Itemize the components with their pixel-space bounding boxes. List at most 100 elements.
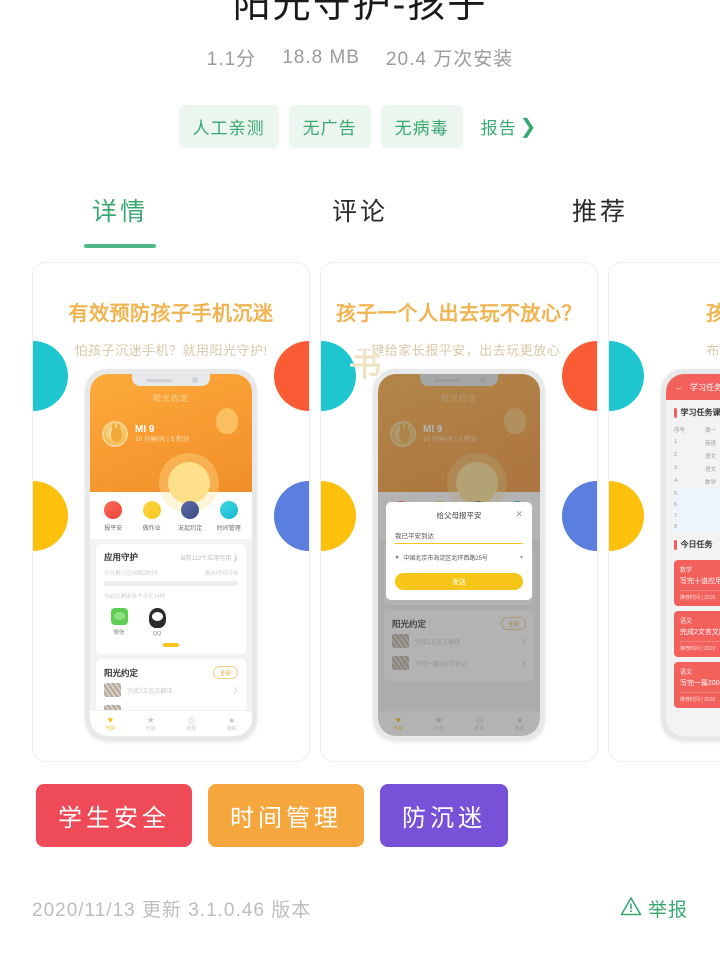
report-button[interactable]: 举报 (620, 895, 688, 922)
quick-action-pact[interactable]: 友起约定 (172, 501, 208, 532)
phone-hero: 阳光约定 MI 9 10 分钟/天 | 5 积分 (90, 374, 252, 504)
quick-actions: 报平安 做作业 友起约定 时间管理 (90, 492, 252, 539)
screenshot-carousel[interactable]: 有效预防孩子手机沉迷 怕孩子沉迷手机？就用阳光守护! 阳光约定 MI 9 10 … (0, 262, 720, 762)
screenshot-card[interactable]: 孩子放学 布置学习任务 ← 学习任务 学习任务课程表 序号 周一 周二 (608, 262, 720, 762)
badge-no-ads: 无广告 (288, 105, 371, 148)
table-header-cell: 周一 (705, 427, 717, 434)
location-selector[interactable]: ● 中国北京市海淀区北环西路25号 ▾ (395, 553, 523, 562)
table-cell (705, 513, 720, 519)
phone-mockup: ← 学习任务 学习任务课程表 序号 周一 周二 1 英语 数学 (661, 369, 720, 741)
back-arrow-icon[interactable]: ← (675, 383, 683, 392)
chevron-down-icon: ▾ (519, 555, 523, 561)
list-item[interactable]: 完成2文言文翻译 ❯ (104, 679, 238, 701)
app-wechat[interactable]: 微信 (107, 608, 131, 637)
report-label: 举报 (647, 900, 688, 921)
heart-icon (181, 501, 200, 519)
table-row: 1 英语 数学 (674, 436, 720, 449)
phone-tab-discover[interactable]: ◎ 发现 (186, 715, 196, 732)
table-row: 8 (674, 521, 720, 532)
tag-student-safety[interactable]: 学生安全 (36, 784, 192, 847)
section-title-schedule: 学习任务课程表 (666, 400, 720, 423)
message-input[interactable]: 我已平安到达 (395, 530, 523, 544)
quick-action-label: 报平安 (104, 526, 123, 532)
detail-tabs: 详情 评论 推荐 (0, 192, 720, 256)
tab-details[interactable]: 详情 (0, 192, 240, 256)
schedule-table: 序号 周一 周二 1 英语 数学 2 语文 英语 (674, 423, 720, 532)
security-report-label: 报告 (480, 119, 517, 138)
phone-tabbar: ♥ 守护 ★ 约定 ◎ 发现 ● 我的 (90, 710, 252, 736)
task-subject: 语文 (680, 619, 693, 625)
app-detail-page: 阳光守护-孩子 1.1分 18.8 MB 20.4 万次安装 人工亲测 无广告 … (0, 0, 720, 948)
send-button[interactable]: 发送 (395, 573, 523, 590)
person-icon: ● (229, 715, 235, 725)
table-cell: 6 (674, 501, 678, 508)
device-name: MI 9 (135, 423, 155, 435)
task-card[interactable]: 数学 写完十道应用题 推荐时间 | 2019 (674, 560, 720, 606)
quick-action-homework[interactable]: 做作业 (134, 501, 170, 532)
phone-tab-label: 我的 (226, 726, 237, 732)
app-qq[interactable]: QQ (145, 608, 169, 637)
tag-time-management[interactable]: 时间管理 (208, 784, 364, 847)
list-item-label: 完成2文言文翻译 (127, 688, 173, 695)
avatar (102, 421, 128, 447)
phone-tab-guard[interactable]: ♥ 守护 (105, 715, 115, 732)
table-row: 3 语文 英语 (674, 462, 720, 475)
tab-recommend[interactable]: 推荐 (480, 192, 720, 256)
table-header-cell: 序号 (674, 427, 686, 434)
tab-recommend-label: 推荐 (571, 198, 628, 226)
dialog-title: 给父母报平安 (436, 511, 482, 520)
badge-no-virus: 无病毒 (380, 105, 463, 148)
tab-comments[interactable]: 评论 (240, 192, 480, 256)
watermark-text: 书 (351, 350, 381, 383)
phone-mockup: 阳光约定 MI 9 10 分钟/天 | 5 积分 (373, 369, 545, 741)
deco-circle-yellow (33, 481, 68, 551)
close-icon[interactable]: ✕ (515, 509, 523, 520)
usage-progress-bar (104, 581, 238, 586)
app-label: 微信 (113, 630, 125, 636)
phone-nav-title: 学习任务 (690, 382, 720, 392)
usage-summary: 今日累计应用解锁时长 剩余时间可用 (104, 569, 238, 577)
security-report-link[interactable]: 报告 ❯ (473, 105, 542, 148)
tag-anti-addiction[interactable]: 防沉迷 (380, 784, 508, 847)
chevron-right-icon: ❯ (519, 115, 538, 138)
quick-action-safe-report[interactable]: 报平安 (95, 501, 131, 532)
star-icon: ★ (146, 715, 155, 725)
table-cell: 4 (674, 477, 678, 484)
usage-note-text: 当前还剩余孩子今天14时 (104, 594, 166, 600)
task-card[interactable]: 语文 完成2文言文翻译 推荐时间 | 2019 (674, 611, 720, 657)
compass-icon: ◎ (187, 715, 196, 725)
screenshot-card[interactable]: 孩子一个人出去玩不放心？ 一键给家长报平安，出去玩更放心 书 阳光约定 MI 9… (320, 262, 598, 762)
panel-more-link[interactable]: 当前112个应用可用 ❯ (180, 553, 238, 562)
app-label: QQ (152, 631, 162, 637)
screenshot-card[interactable]: 有效预防孩子手机沉迷 怕孩子沉迷手机？就用阳光守护! 阳光约定 MI 9 10 … (32, 262, 310, 762)
task-subject: 数学 (680, 568, 693, 574)
expand-handle[interactable] (163, 643, 179, 647)
phone-screen: 阳光约定 MI 9 10 分钟/天 | 5 积分 (90, 374, 252, 736)
usage-note: 当前还剩余孩子今天14时 (104, 592, 238, 600)
table-cell (705, 502, 720, 508)
task-footer: 推荐时间 | 2019 (680, 692, 720, 703)
phone-mockup: 阳光约定 MI 9 10 分钟/天 | 5 积分 (85, 369, 257, 741)
phone-tab-pact[interactable]: ★ 约定 (146, 715, 156, 732)
wechat-icon (110, 608, 128, 625)
task-footer: 推荐时间 | 2019 (680, 590, 720, 601)
panel-header: 应用守护 当前112个应用可用 ❯ (104, 551, 238, 563)
section-title-today: 今日任务 (666, 532, 720, 555)
deco-circle-blue (562, 481, 597, 551)
table-cell (705, 524, 720, 530)
phone-tab-mine[interactable]: ● 我的 (227, 715, 237, 732)
badge-manual-test: 人工亲测 (178, 105, 279, 148)
phone-notch (132, 374, 210, 386)
task-card[interactable]: 语文 写完一篇200字日记 推荐时间 | 2019 (674, 662, 720, 708)
quick-action-time[interactable]: 时间管理 (211, 501, 247, 532)
table-cell: 8 (674, 523, 678, 530)
category-tags: 学生安全 时间管理 防沉迷 (0, 784, 720, 847)
footer: 2020/11/13 更新 3.1.0.46 版本 举报 (0, 895, 720, 922)
deco-circle-blue (274, 481, 309, 551)
book-icon (142, 501, 161, 519)
table-cell: 7 (674, 512, 678, 519)
update-version-text: 2020/11/13 更新 3.1.0.46 版本 (32, 900, 312, 921)
panel-filter-tag[interactable]: 全部 (212, 666, 238, 679)
phone-screen: 阳光约定 MI 9 10 分钟/天 | 5 积分 (378, 374, 540, 736)
screenshot-title: 有效预防孩子手机沉迷 (68, 303, 274, 325)
